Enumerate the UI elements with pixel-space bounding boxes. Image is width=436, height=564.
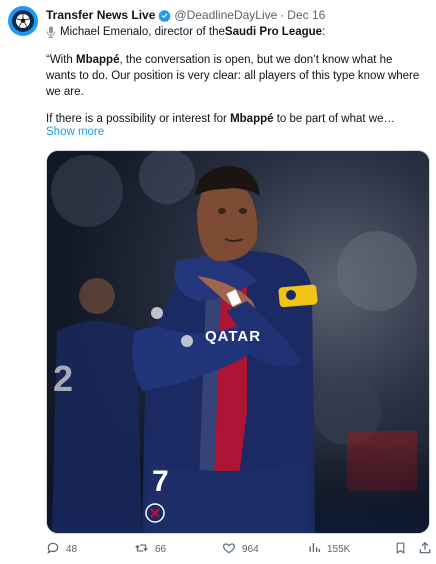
like-icon [222, 541, 242, 558]
views-count: 155K [327, 543, 351, 555]
retweet-icon [134, 541, 155, 558]
para3-part2: to be part of what we… [273, 113, 395, 125]
tweet-card[interactable]: Transfer News Live @DeadlineDayLive · De… [0, 0, 436, 564]
reply-count: 48 [66, 544, 78, 555]
player-photo: 2 QATAR 7 [47, 151, 429, 533]
soccer-ball-icon [12, 10, 34, 32]
show-more-link[interactable]: Show more [46, 126, 104, 138]
views-button[interactable]: 155K [308, 541, 350, 557]
bookmark-icon [394, 541, 413, 558]
tweet-media-photo[interactable]: 2 QATAR 7 [46, 150, 430, 534]
share-button[interactable] [418, 541, 436, 558]
tweet-second-paragraph: If there is a possibility or interest fo… [46, 111, 424, 127]
share-icon [418, 541, 436, 558]
tweet-header: Transfer News Live @DeadlineDayLive · De… [46, 6, 325, 24]
para3-player-name: Mbappé [230, 113, 274, 125]
shorts-number: 7 [152, 465, 169, 498]
source-suffix: : [322, 26, 326, 38]
tweet-date[interactable]: Dec 16 [287, 8, 325, 22]
author-name[interactable]: Transfer News Live [46, 8, 155, 22]
verified-badge-icon [158, 9, 172, 22]
quote-player-name: Mbappé [76, 54, 120, 66]
shirt-sponsor-text: QATAR [205, 328, 261, 345]
retweet-button[interactable]: 66 [134, 541, 166, 558]
tweet-actions-bar: 48 66 964 155K [46, 541, 431, 559]
header-separator: · [280, 8, 285, 22]
like-button[interactable]: 964 [222, 541, 259, 558]
reply-icon [46, 541, 66, 558]
source-prefix: Michael Emenalo, director of the [60, 26, 225, 38]
quote-part1: “With [46, 54, 77, 66]
like-count: 964 [242, 544, 259, 555]
tweet-quote-paragraph: “With Mbappé, the conversation is open, … [46, 52, 424, 100]
reply-button[interactable]: 48 [46, 541, 77, 558]
microphone-icon [46, 26, 56, 38]
background-player-number: 2 [53, 358, 73, 399]
author-handle[interactable]: @DeadlineDayLive [174, 8, 277, 22]
tweet-line-source: Michael Emenalo, director of the Saudi P… [46, 24, 424, 40]
source-league: Saudi Pro League [224, 26, 323, 38]
views-icon [308, 541, 327, 557]
retweet-count: 66 [155, 544, 167, 555]
para3-part1: If there is a possibility or interest fo… [46, 113, 231, 125]
bookmark-button[interactable] [394, 541, 413, 558]
author-avatar[interactable] [8, 6, 38, 36]
